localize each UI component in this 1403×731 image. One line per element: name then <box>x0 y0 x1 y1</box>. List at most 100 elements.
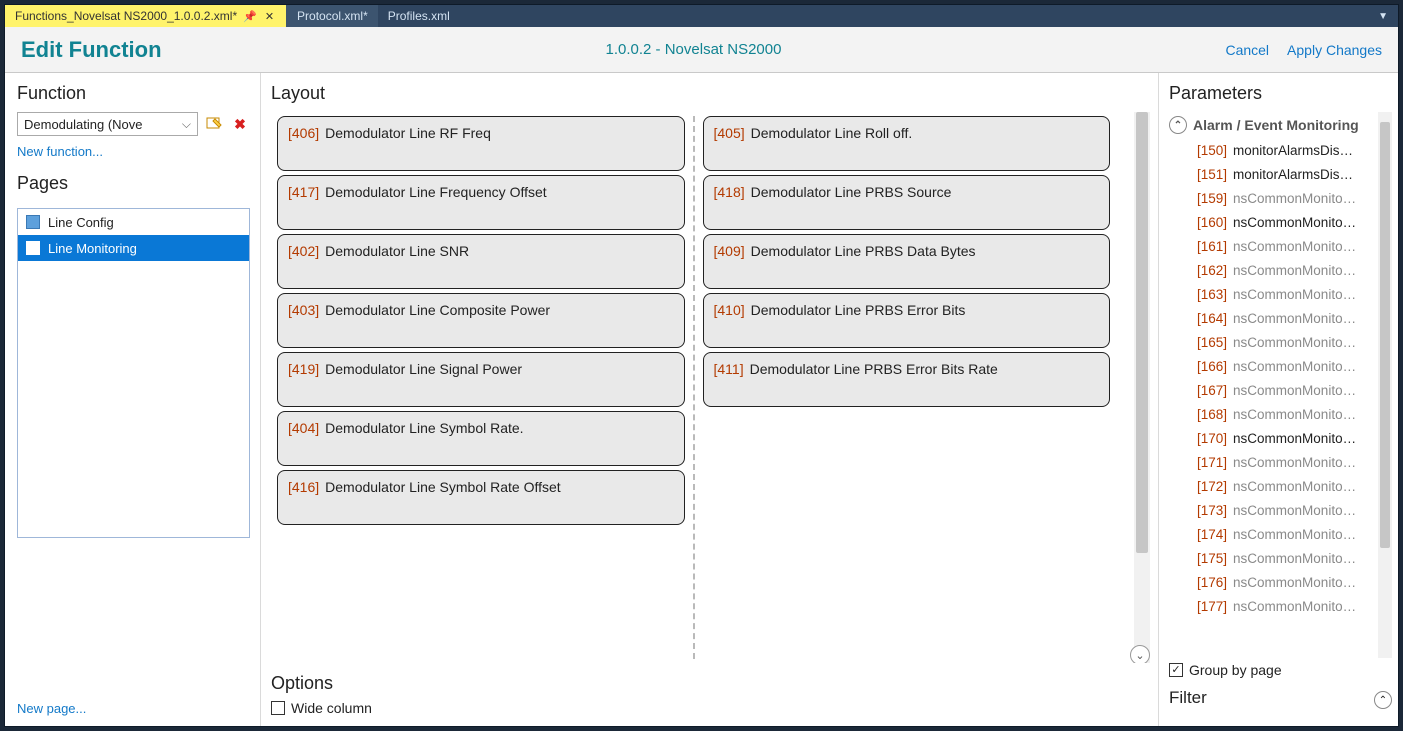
wide-column-checkbox-row[interactable]: Wide column <box>271 700 1150 716</box>
layout-block[interactable]: [416]Demodulator Line Symbol Rate Offset <box>277 470 685 525</box>
chevron-up-icon[interactable]: ⌃ <box>1169 116 1187 134</box>
layout-block[interactable]: [405]Demodulator Line Roll off. <box>703 116 1111 171</box>
layout-block[interactable]: [417]Demodulator Line Frequency Offset <box>277 175 685 230</box>
param-name: nsCommonMonito… <box>1233 191 1356 206</box>
param-id: [410] <box>714 302 745 318</box>
group-by-page-label: Group by page <box>1189 662 1282 678</box>
param-id: [409] <box>714 243 745 259</box>
function-select[interactable]: Demodulating (Nove <box>17 112 198 136</box>
new-page-link[interactable]: New page... <box>17 701 250 716</box>
param-name: nsCommonMonito… <box>1233 503 1356 518</box>
layout-block[interactable]: [411]Demodulator Line PRBS Error Bits Ra… <box>703 352 1111 407</box>
parameter-item[interactable]: [163] nsCommonMonito… <box>1197 282 1374 306</box>
layout-block[interactable]: [418]Demodulator Line PRBS Source <box>703 175 1111 230</box>
parameter-item[interactable]: [151]monitorAlarmsDis… <box>1197 162 1374 186</box>
parameter-item[interactable]: [161]nsCommonMonito… <box>1197 234 1374 258</box>
parameter-item[interactable]: [165]nsCommonMonito… <box>1197 330 1374 354</box>
layout-panel: Layout [406]Demodulator Line RF Freq[417… <box>261 73 1158 726</box>
layout-block[interactable]: [419]Demodulator Line Signal Power <box>277 352 685 407</box>
layout-block[interactable]: [406]Demodulator Line RF Freq <box>277 116 685 171</box>
param-name: Demodulator Line Frequency Offset <box>325 184 547 200</box>
close-icon[interactable]: ✕ <box>263 10 276 23</box>
param-name: Demodulator Line Symbol Rate. <box>325 420 523 436</box>
layout-block[interactable]: [409] Demodulator Line PRBS Data Bytes <box>703 234 1111 289</box>
expand-options-icon[interactable]: ⌄ <box>1130 645 1150 663</box>
parameters-scrollbar[interactable] <box>1378 112 1392 658</box>
param-name: Demodulator Line Composite Power <box>325 302 550 318</box>
param-id: [163] <box>1197 287 1227 302</box>
parameter-item[interactable]: [174]nsCommonMonito… <box>1197 522 1374 546</box>
parameter-item[interactable]: [167]nsCommonMonito… <box>1197 378 1374 402</box>
expand-filter-icon[interactable]: ⌃ <box>1374 691 1392 709</box>
layout-area: [406]Demodulator Line RF Freq[417]Demodu… <box>271 112 1150 663</box>
parameter-item[interactable]: [159] nsCommonMonito… <box>1197 186 1374 210</box>
param-name: nsCommonMonito… <box>1233 311 1356 326</box>
parameters-list: ⌃ Alarm / Event Monitoring [150]monitorA… <box>1169 112 1374 658</box>
page-label: Line Config <box>48 215 114 230</box>
param-id: [170] <box>1197 431 1227 446</box>
tab-functions-xml[interactable]: Functions_Novelsat NS2000_1.0.0.2.xml* 📌… <box>5 5 286 27</box>
layout-column-1[interactable]: [406]Demodulator Line RF Freq[417]Demodu… <box>271 112 691 663</box>
param-id: [175] <box>1197 551 1227 566</box>
group-by-page-row[interactable]: ✓ Group by page <box>1169 662 1392 678</box>
param-id: [419] <box>288 361 319 377</box>
page-item[interactable]: Line Monitoring <box>18 235 249 261</box>
param-id: [403] <box>288 302 319 318</box>
param-id: [402] <box>288 243 319 259</box>
parameter-item[interactable]: [168]nsCommonMonito… <box>1197 402 1374 426</box>
edit-function-icon[interactable] <box>204 114 224 134</box>
layout-column-2[interactable]: [405]Demodulator Line Roll off.[418]Demo… <box>697 112 1117 663</box>
param-name: nsCommonMonito… <box>1233 263 1356 278</box>
pin-icon[interactable]: 📌 <box>243 10 257 23</box>
param-id: [404] <box>288 420 319 436</box>
layout-block[interactable]: [404] Demodulator Line Symbol Rate. <box>277 411 685 466</box>
tab-profiles-xml[interactable]: Profiles.xml <box>378 5 460 27</box>
parameter-item[interactable]: [176]nsCommonMonito… <box>1197 570 1374 594</box>
scrollbar-thumb[interactable] <box>1136 112 1148 553</box>
page-item[interactable]: Line Config <box>18 209 249 235</box>
param-id: [160] <box>1197 215 1227 230</box>
parameter-group-label: Alarm / Event Monitoring <box>1193 117 1359 133</box>
tab-label: Protocol.xml* <box>297 9 368 23</box>
parameter-item[interactable]: [171]nsCommonMonito… <box>1197 450 1374 474</box>
tab-protocol-xml[interactable]: Protocol.xml* <box>287 5 378 27</box>
parameter-item[interactable]: [164]nsCommonMonito… <box>1197 306 1374 330</box>
param-name: monitorAlarmsDis… <box>1233 143 1353 158</box>
layout-block[interactable]: [402]Demodulator Line SNR <box>277 234 685 289</box>
param-name: Demodulator Line PRBS Source <box>751 184 952 200</box>
param-name: nsCommonMonito… <box>1233 287 1356 302</box>
parameters-panel: Parameters ⌃ Alarm / Event Monitoring [1… <box>1158 73 1398 726</box>
param-name: nsCommonMonito… <box>1233 527 1356 542</box>
param-id: [162] <box>1197 263 1227 278</box>
cancel-button[interactable]: Cancel <box>1225 42 1269 58</box>
parameter-item[interactable]: [166]nsCommonMonito… <box>1197 354 1374 378</box>
param-id: [159] <box>1197 191 1227 206</box>
wide-column-checkbox[interactable] <box>271 701 285 715</box>
body: Function Demodulating (Nove ✖ New functi… <box>5 73 1398 726</box>
parameter-item[interactable]: [175]nsCommonMonito… <box>1197 546 1374 570</box>
layout-block[interactable]: [410]Demodulator Line PRBS Error Bits <box>703 293 1111 348</box>
param-name: nsCommonMonito… <box>1233 359 1356 374</box>
param-name: Demodulator Line PRBS Data Bytes <box>751 243 976 259</box>
delete-function-icon[interactable]: ✖ <box>230 114 250 134</box>
parameter-item[interactable]: [173]nsCommonMonito… <box>1197 498 1374 522</box>
apply-changes-button[interactable]: Apply Changes <box>1287 42 1382 58</box>
layout-block[interactable]: [403] Demodulator Line Composite Power <box>277 293 685 348</box>
parameter-item[interactable]: [150]monitorAlarmsDis… <box>1197 138 1374 162</box>
tabstrip-menu-icon[interactable]: ▼ <box>1368 11 1398 22</box>
wide-column-label: Wide column <box>291 700 372 716</box>
parameter-item[interactable]: [160]nsCommonMonito… <box>1197 210 1374 234</box>
new-function-link[interactable]: New function... <box>17 144 250 159</box>
parameter-item[interactable]: [177]nsCommonMonito… <box>1197 594 1374 618</box>
parameter-item[interactable]: [162] nsCommonMonito… <box>1197 258 1374 282</box>
parameter-item[interactable]: [170]nsCommonMonito… <box>1197 426 1374 450</box>
layout-scrollbar[interactable] <box>1134 112 1150 663</box>
header: Edit Function 1.0.0.2 - Novelsat NS2000 … <box>5 27 1398 73</box>
param-name: nsCommonMonito… <box>1233 239 1356 254</box>
page-icon <box>26 215 40 229</box>
group-by-page-checkbox[interactable]: ✓ <box>1169 663 1183 677</box>
parameter-item[interactable]: [172]nsCommonMonito… <box>1197 474 1374 498</box>
scrollbar-thumb[interactable] <box>1380 122 1390 548</box>
param-name: Demodulator Line Symbol Rate Offset <box>325 479 561 495</box>
parameter-group-header[interactable]: ⌃ Alarm / Event Monitoring <box>1169 112 1374 138</box>
